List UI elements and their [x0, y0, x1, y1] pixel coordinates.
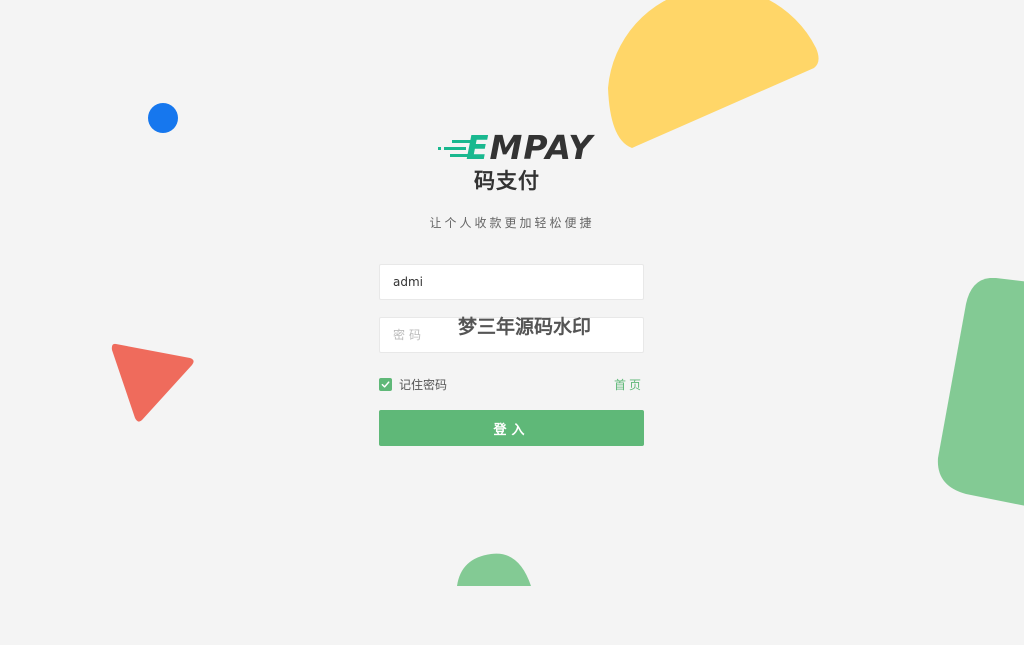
remember-password-checkbox[interactable]: 记住密码	[379, 376, 447, 393]
checkbox-checked-icon[interactable]	[379, 378, 392, 391]
logo-letters-mpay: MPAY	[489, 128, 594, 167]
green-card-decoration	[937, 278, 1024, 506]
password-input[interactable]	[379, 317, 644, 353]
slogan: 让个人收款更加轻松便捷	[429, 216, 595, 230]
green-half-circle-decoration	[457, 553, 531, 586]
yellow-half-circle-decoration	[608, 0, 819, 148]
logo-letter-e: E	[466, 128, 490, 167]
username-input[interactable]	[379, 264, 644, 300]
remember-password-label[interactable]: 记住密码	[399, 376, 447, 393]
emapy-logo: EMPAY 码支付	[438, 128, 592, 200]
red-triangle-decoration	[111, 343, 194, 422]
logo-wordmark: EMPAY	[466, 130, 593, 166]
login-options-row: 记住密码 首页	[379, 376, 644, 394]
login-form: 记住密码 首页 登入	[379, 264, 644, 446]
logo-subtitle: 码支付	[474, 169, 540, 193]
login-button[interactable]: 登入	[379, 410, 644, 446]
home-link[interactable]: 首页	[614, 376, 644, 393]
blue-dot-decoration	[148, 103, 178, 133]
